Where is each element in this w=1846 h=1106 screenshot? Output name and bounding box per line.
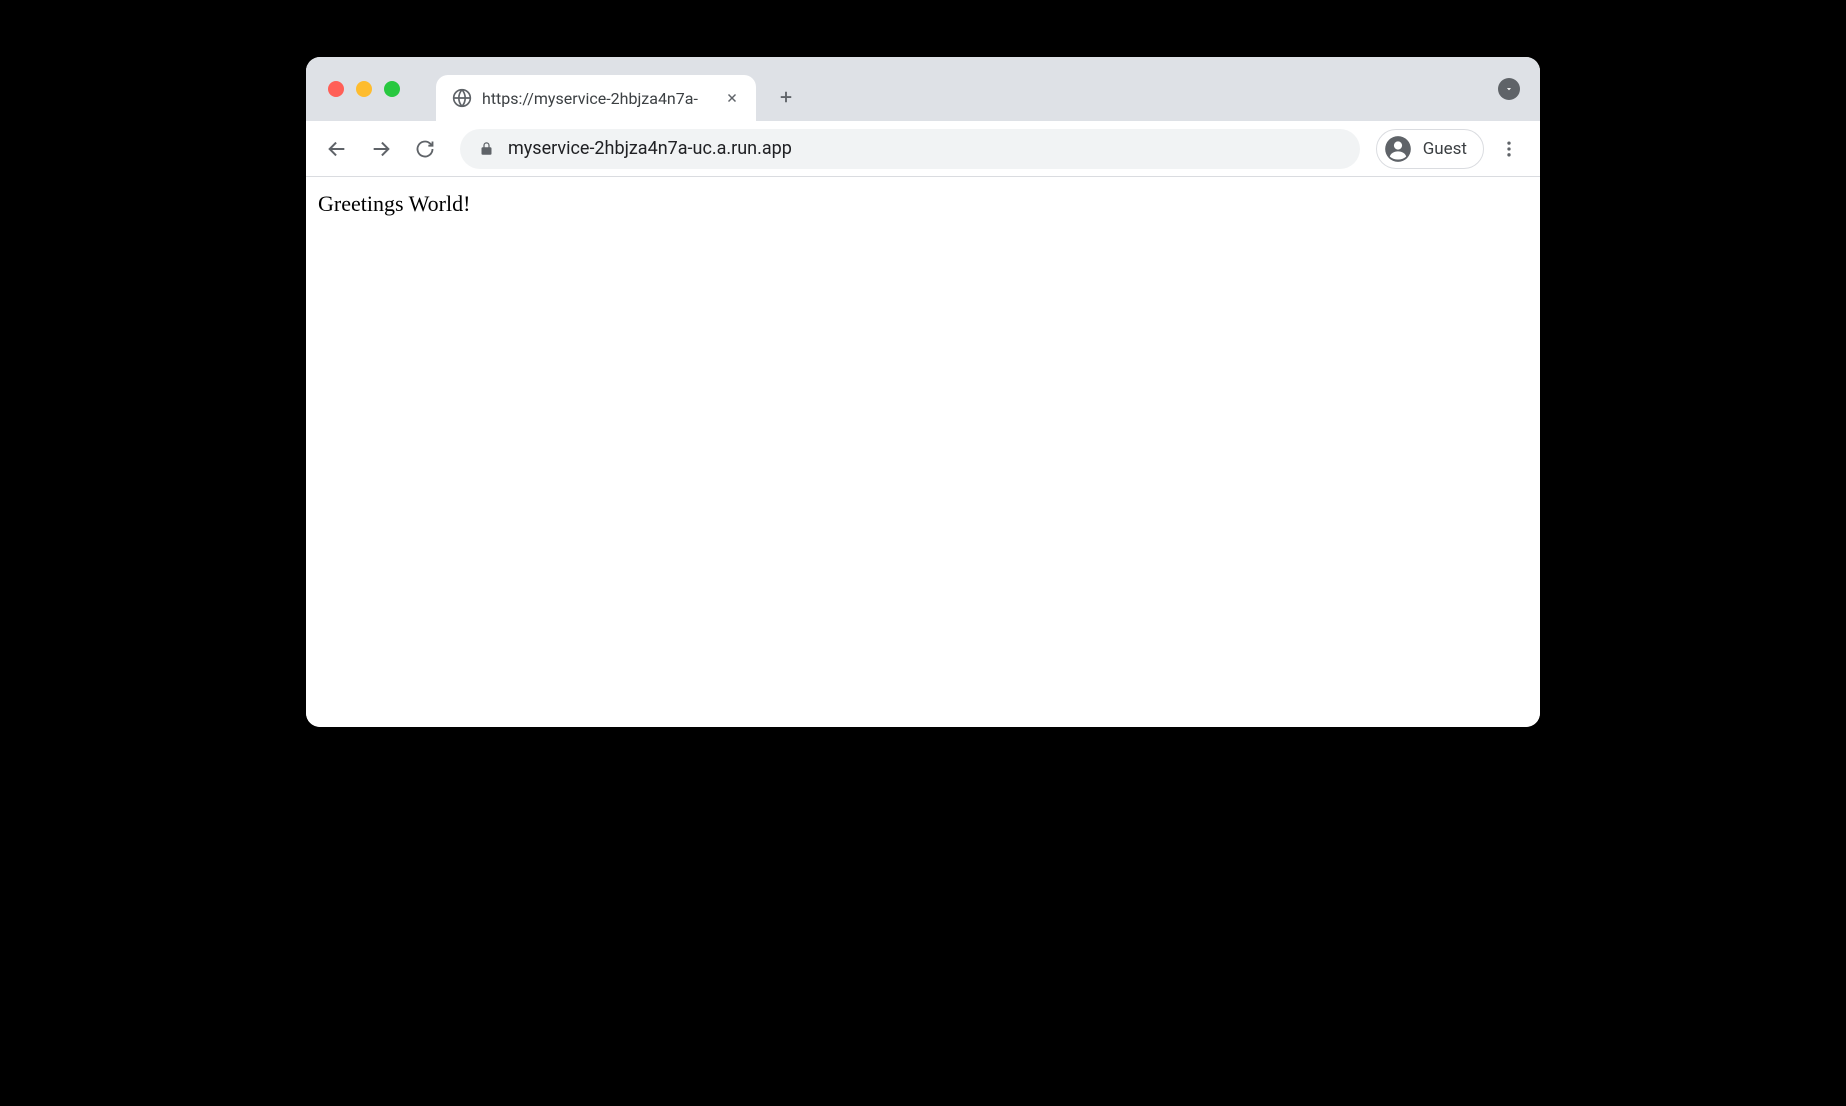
new-tab-button[interactable] [768,79,804,115]
globe-icon [452,88,472,108]
reload-button[interactable] [406,130,444,168]
window-controls [328,81,400,97]
address-url: myservice-2hbjza4n7a-uc.a.run.app [508,138,792,159]
close-window-button[interactable] [328,81,344,97]
browser-tab[interactable]: https://myservice-2hbjza4n7a- [436,75,756,121]
lock-icon [478,141,494,157]
minimize-window-button[interactable] [356,81,372,97]
profile-chip[interactable]: Guest [1376,129,1484,169]
tab-title: https://myservice-2hbjza4n7a- [482,89,712,108]
avatar-icon [1383,134,1413,164]
address-bar[interactable]: myservice-2hbjza4n7a-uc.a.run.app [460,129,1360,169]
browser-window: https://myservice-2hbjza4n7a- [306,57,1540,727]
page-body-text: Greetings World! [318,191,1528,217]
toolbar: myservice-2hbjza4n7a-uc.a.run.app Guest [306,121,1540,177]
tab-bar: https://myservice-2hbjza4n7a- [306,57,1540,121]
profile-label: Guest [1423,139,1467,159]
window-dropdown-button[interactable] [1498,78,1520,100]
page-content: Greetings World! [306,177,1540,727]
browser-menu-button[interactable] [1490,130,1528,168]
maximize-window-button[interactable] [384,81,400,97]
forward-button[interactable] [362,130,400,168]
back-button[interactable] [318,130,356,168]
close-tab-button[interactable] [722,88,742,108]
